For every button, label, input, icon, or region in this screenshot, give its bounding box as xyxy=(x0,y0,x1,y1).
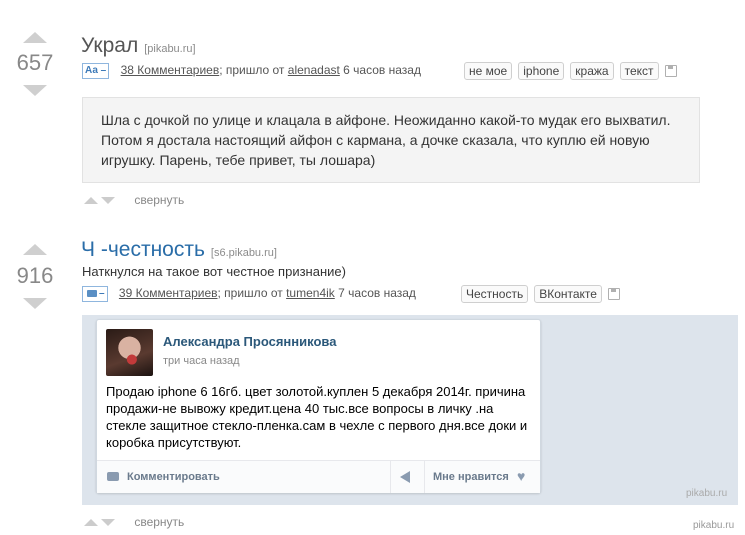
vk-author-name: Александра Просянникова xyxy=(163,334,337,349)
tag[interactable]: не мое xyxy=(464,62,513,80)
footer-watermark: pikabu.ru xyxy=(693,520,735,531)
tag-list: Честность ВКонтакте xyxy=(461,285,620,303)
post-time: 7 часов назад xyxy=(338,286,416,301)
post-domain: [pikabu.ru] xyxy=(144,43,196,55)
vk-comment-label: Комментировать xyxy=(127,471,220,483)
save-icon[interactable] xyxy=(664,64,677,77)
downvote-arrow[interactable] xyxy=(23,298,47,309)
save-icon[interactable] xyxy=(607,287,620,300)
vk-post-text: Продаю iphone 6 16гб. цвет золотой.купле… xyxy=(106,384,528,450)
camera-icon xyxy=(87,289,97,297)
mini-upvote-icon[interactable] xyxy=(84,197,98,205)
share-icon xyxy=(400,471,410,483)
text-post-badge[interactable]: Аа – xyxy=(82,63,110,79)
image-post-badge[interactable]: – xyxy=(82,286,108,302)
mini-downvote-icon[interactable] xyxy=(101,197,115,205)
vk-like-label: Мне нравится xyxy=(433,471,509,483)
post-rating: 916 xyxy=(16,263,54,288)
author-link[interactable]: alenadast xyxy=(288,63,340,77)
footer-divider xyxy=(424,461,425,493)
mini-downvote-icon[interactable] xyxy=(101,519,115,527)
post-image[interactable]: Александра Просянникова три часа назад П… xyxy=(82,315,738,505)
tag[interactable]: кража xyxy=(570,62,614,80)
via-text: ; пришло от xyxy=(219,63,285,78)
post-domain: [s6.pikabu.ru] xyxy=(210,247,277,259)
collapse-row: свернуть xyxy=(84,193,184,207)
vk-post-card: Александра Просянникова три часа назад П… xyxy=(96,319,541,493)
vk-post-time: три часа назад xyxy=(163,355,240,367)
post-meta: – 39 Комментариев; пришло от tumen4ik 7 … xyxy=(82,286,416,302)
vk-avatar xyxy=(106,329,153,376)
comments-link[interactable]: 39 Комментариев xyxy=(119,286,218,300)
collapse-link[interactable]: свернуть xyxy=(134,193,184,207)
post-meta: Аа – 38 Комментариев; пришло от alenadas… xyxy=(82,63,421,79)
tag[interactable]: Честность xyxy=(461,285,529,303)
via-text: ; пришло от xyxy=(217,286,283,301)
post-title-row: Ч -честность [s6.pikabu.ru] xyxy=(81,238,277,262)
post-title-row: Украл [pikabu.ru] xyxy=(81,34,196,58)
mini-upvote-icon[interactable] xyxy=(84,519,98,527)
tag[interactable]: текст xyxy=(619,62,659,80)
post-title[interactable]: Ч -честность xyxy=(81,238,205,261)
upvote-arrow[interactable] xyxy=(23,32,47,43)
post-time: 6 часов назад xyxy=(343,63,421,78)
tag[interactable]: ВКонтакте xyxy=(534,285,602,303)
post-body: Шла с дочкой по улице и клацала в айфоне… xyxy=(82,97,700,183)
downvote-arrow[interactable] xyxy=(23,85,47,96)
footer-divider xyxy=(390,461,391,493)
post-rating: 657 xyxy=(16,50,54,75)
post-subtitle: Наткнулся на такое вот честное признание… xyxy=(82,264,346,279)
comments-link[interactable]: 38 Комментариев xyxy=(121,63,220,77)
heart-icon: ♥ xyxy=(517,468,526,484)
collapse-row: свернуть xyxy=(84,515,184,529)
collapse-link[interactable]: свернуть xyxy=(134,515,184,529)
upvote-arrow[interactable] xyxy=(23,244,47,255)
post-title[interactable]: Украл xyxy=(81,34,138,57)
image-watermark: pikabu.ru xyxy=(686,488,728,499)
vk-post-footer: Комментировать Мне нравится ♥ xyxy=(97,460,540,493)
author-link[interactable]: tumen4ik xyxy=(286,286,335,300)
comment-icon xyxy=(107,472,119,481)
tag[interactable]: iphone xyxy=(518,62,565,80)
tag-list: не мое iphone кража текст xyxy=(464,62,677,80)
